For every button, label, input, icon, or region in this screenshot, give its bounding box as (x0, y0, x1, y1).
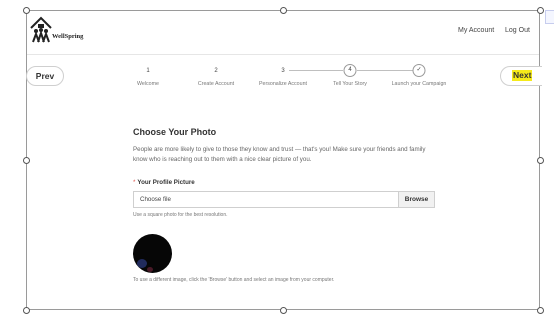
brand-name: WellSpring (52, 33, 84, 40)
header-divider (27, 54, 539, 55)
file-input[interactable]: Choose file Browse (133, 191, 435, 208)
step-1-label: Welcome (137, 81, 159, 87)
profile-photo-preview (133, 234, 172, 273)
page-title: Choose Your Photo (133, 127, 217, 137)
resize-handle-top-right[interactable] (537, 7, 544, 14)
required-marker: * (133, 179, 136, 186)
layout-options-button[interactable] (545, 10, 554, 24)
file-input-value: Choose file (140, 196, 171, 203)
page-description: People are more likely to give to those … (133, 146, 426, 163)
resize-handle-bottom-right[interactable] (537, 307, 544, 314)
photo-highlight (147, 267, 153, 272)
resize-handle-bottom-center[interactable] (280, 307, 287, 314)
my-account-link[interactable]: My Account (458, 27, 494, 34)
brand-logo[interactable]: WellSpring (30, 16, 90, 46)
step-connector (357, 70, 413, 71)
photo-highlight (137, 259, 147, 268)
next-button[interactable]: Next (500, 66, 542, 86)
resize-handle-top-left[interactable] (23, 7, 30, 14)
change-image-note: To use a different image, click the 'Bro… (133, 277, 335, 283)
profile-picture-label-text: Your Profile Picture (137, 179, 195, 186)
next-button-label: Next (512, 70, 533, 81)
resize-handle-middle-left[interactable] (23, 157, 30, 164)
resize-handle-middle-right[interactable] (537, 157, 544, 164)
resize-handle-bottom-left[interactable] (23, 307, 30, 314)
log-out-link[interactable]: Log Out (505, 27, 530, 34)
step-4-label: Tell Your Story (333, 81, 367, 87)
step-connector (289, 70, 343, 71)
step-5-check-icon: ✓ (412, 64, 426, 77)
step-4-number: 4 (343, 64, 357, 77)
prev-button[interactable]: Prev (26, 66, 64, 86)
browse-button[interactable]: Browse (398, 192, 434, 207)
step-3-label: Personalize Account (259, 81, 307, 87)
step-2-label: Create Account (197, 81, 235, 87)
step-5-label: Launch your Campaign (391, 81, 447, 87)
resize-handle-top-center[interactable] (280, 7, 287, 14)
step-2-number: 2 (214, 68, 218, 74)
house-family-icon (30, 16, 52, 43)
step-1-number: 1 (146, 68, 150, 74)
profile-picture-label: * Your Profile Picture (133, 179, 195, 186)
step-3-number: 3 (281, 68, 285, 74)
resolution-hint: Use a square photo for the best resoluti… (133, 212, 228, 218)
